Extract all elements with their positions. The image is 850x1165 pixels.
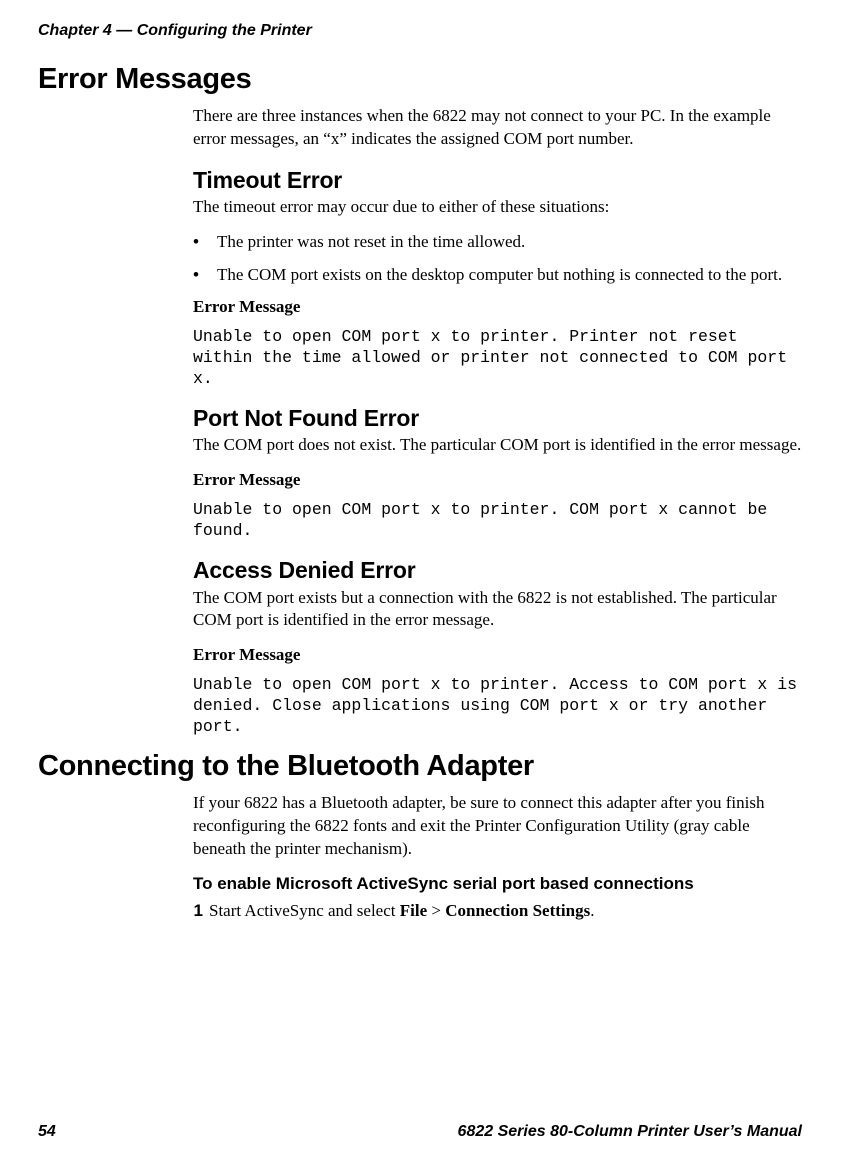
error-message-text: Unable to open COM port x to printer. Pr… (193, 327, 802, 389)
heading-access-denied: Access Denied Error (193, 555, 802, 586)
step-text: Start ActiveSync and select File > Conne… (209, 900, 802, 923)
section-error-messages: There are three instances when the 6822 … (193, 105, 802, 737)
bullet-text: The COM port exists on the desktop compu… (217, 264, 802, 287)
bullet-icon: • (193, 264, 217, 287)
bullet-text: The printer was not reset in the time al… (217, 231, 802, 254)
timeout-lead: The timeout error may occur due to eithe… (193, 196, 802, 219)
bullet-item: • The printer was not reset in the time … (193, 231, 802, 254)
step-bold: Connection Settings (445, 901, 590, 920)
step-fragment: . (590, 901, 594, 920)
error-message-label: Error Message (193, 644, 802, 667)
heading-port-not-found: Port Not Found Error (193, 403, 802, 434)
heading-bluetooth-adapter: Connecting to the Bluetooth Adapter (38, 747, 802, 786)
portnotfound-lead: The COM port does not exist. The particu… (193, 434, 802, 457)
step-bold: File (400, 901, 427, 920)
heading-timeout-error: Timeout Error (193, 165, 802, 196)
step-fragment: Start ActiveSync and select (209, 901, 400, 920)
step-number: 1 (181, 900, 209, 923)
procedure-heading: To enable Microsoft ActiveSync serial po… (193, 873, 802, 896)
error-message-text: Unable to open COM port x to printer. Ac… (193, 675, 802, 737)
accessdenied-lead: The COM port exists but a connection wit… (193, 587, 802, 633)
section-bluetooth: If your 6822 has a Bluetooth adapter, be… (193, 792, 802, 923)
running-head: Chapter 4 — Configuring the Printer (38, 20, 802, 42)
bullet-item: • The COM port exists on the desktop com… (193, 264, 802, 287)
bullet-icon: • (193, 231, 217, 254)
page-number: 54 (38, 1121, 56, 1143)
error-message-label: Error Message (193, 469, 802, 492)
error-message-text: Unable to open COM port x to printer. CO… (193, 500, 802, 541)
page-content: Chapter 4 — Configuring the Printer Erro… (0, 0, 850, 923)
error-message-label: Error Message (193, 296, 802, 319)
step-item: 1 Start ActiveSync and select File > Con… (181, 900, 802, 923)
step-fragment: > (427, 901, 445, 920)
manual-title: 6822 Series 80-Column Printer User’s Man… (458, 1121, 802, 1143)
page-footer: 54 6822 Series 80-Column Printer User’s … (38, 1121, 802, 1143)
intro-paragraph: There are three instances when the 6822 … (193, 105, 802, 151)
heading-error-messages: Error Messages (38, 60, 802, 99)
bluetooth-lead: If your 6822 has a Bluetooth adapter, be… (193, 792, 802, 861)
